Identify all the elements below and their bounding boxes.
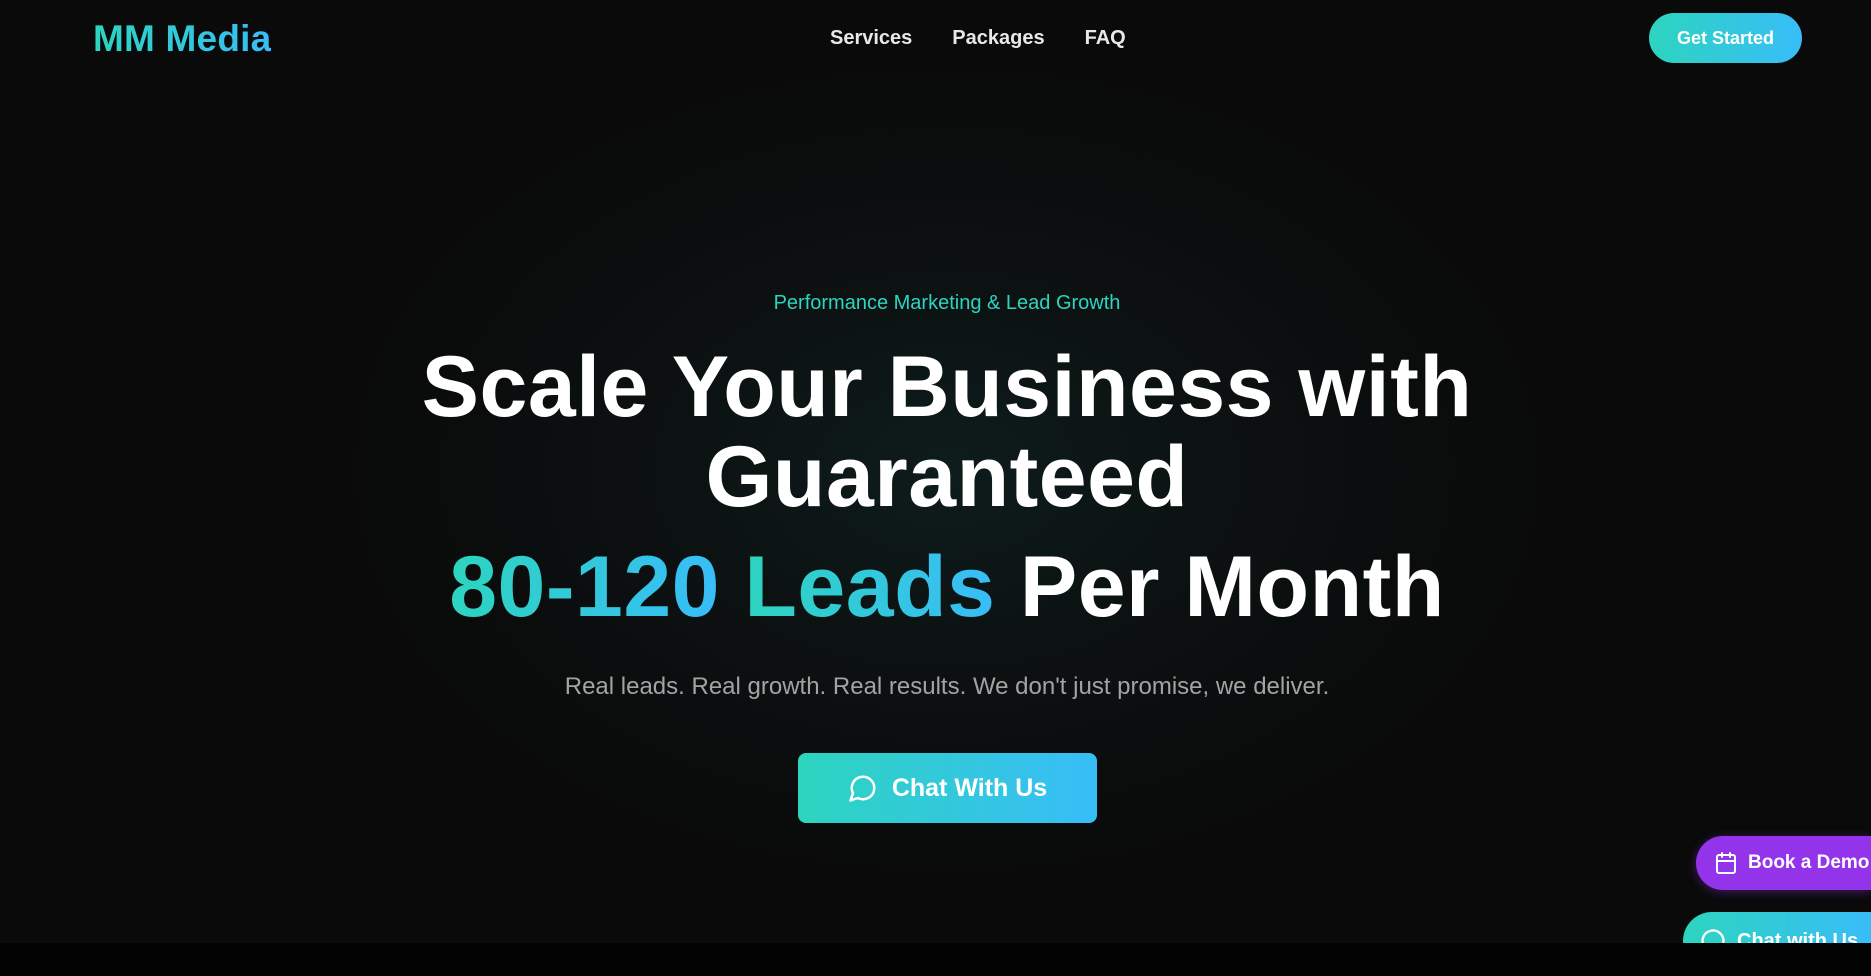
highlight-numbers: 80-120 <box>449 539 720 635</box>
main-nav: Services Packages FAQ <box>830 27 1126 50</box>
nav-link-faq[interactable]: FAQ <box>1085 27 1126 50</box>
hero-headline-highlight: 80-120 Leads Per Month <box>0 542 1871 632</box>
book-demo-label: Book a Demo <box>1748 852 1870 873</box>
landing-page: MM Media Services Packages FAQ Get Start… <box>0 0 1871 976</box>
chat-bubble-icon <box>849 775 876 802</box>
nav-link-services[interactable]: Services <box>830 27 912 50</box>
hero-eyebrow: Performance Marketing & Lead Growth <box>773 292 1121 314</box>
chat-with-us-button[interactable]: Chat With Us <box>798 753 1097 823</box>
section-divider <box>0 943 1871 976</box>
highlight-tail: Per Month <box>1019 539 1445 635</box>
hero-headline: Scale Your Business with Guaranteed <box>0 342 1871 522</box>
get-started-button[interactable]: Get Started <box>1649 13 1802 63</box>
nav-link-packages[interactable]: Packages <box>952 27 1044 50</box>
highlight-word: Leads <box>744 539 996 635</box>
chat-with-us-label: Chat With Us <box>891 773 1048 802</box>
hero-headline-line1: Scale Your Business with <box>421 339 1473 435</box>
hero-headline-line2: Guaranteed <box>705 429 1189 525</box>
calendar-icon <box>1716 852 1736 874</box>
brand-logo[interactable]: MM Media <box>93 18 271 60</box>
hero-subheadline: Real leads. Real growth. Real results. W… <box>564 673 1330 700</box>
book-demo-floating-button[interactable]: Book a Demo <box>1696 836 1871 890</box>
